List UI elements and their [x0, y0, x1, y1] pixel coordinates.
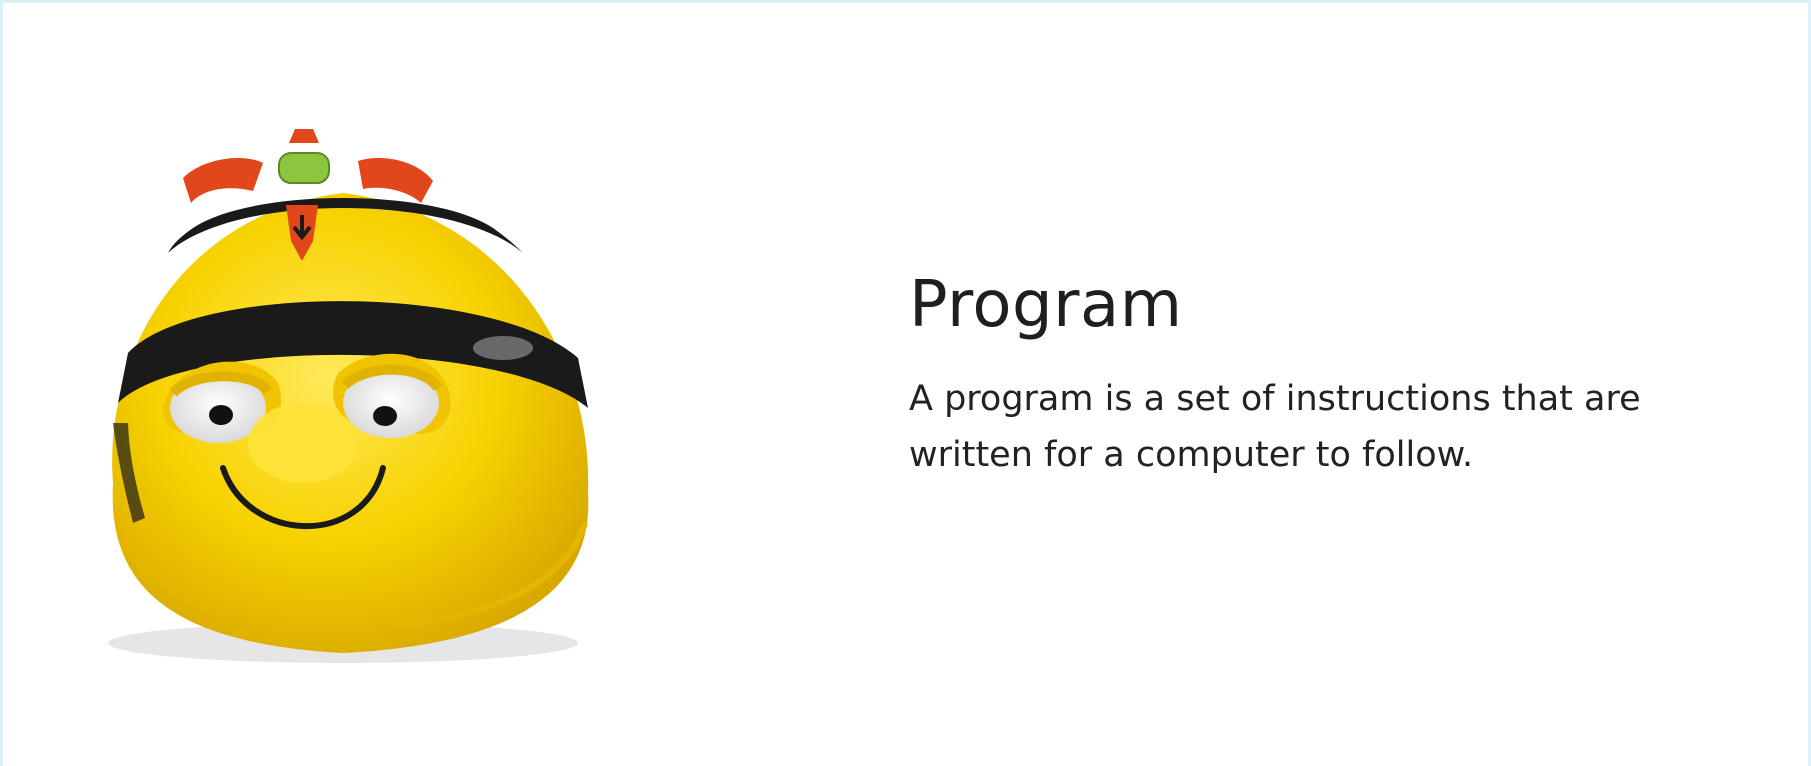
description-text: A program is a set of instructions that … [909, 379, 1641, 475]
right-pupil [373, 406, 397, 426]
forward-button [289, 129, 319, 143]
page-title: Program [909, 268, 1183, 342]
right-turn-button [358, 157, 433, 203]
bee-shine [473, 336, 533, 360]
lesson-card: Program A program is a set of instructio… [0, 0, 1811, 766]
nose [248, 403, 358, 483]
bee-bot-image [108, 129, 589, 663]
left-turn-button [183, 158, 263, 203]
go-button [278, 152, 330, 184]
left-pupil [209, 405, 233, 425]
text-content: Program A program is a set of instructio… [909, 265, 1769, 483]
